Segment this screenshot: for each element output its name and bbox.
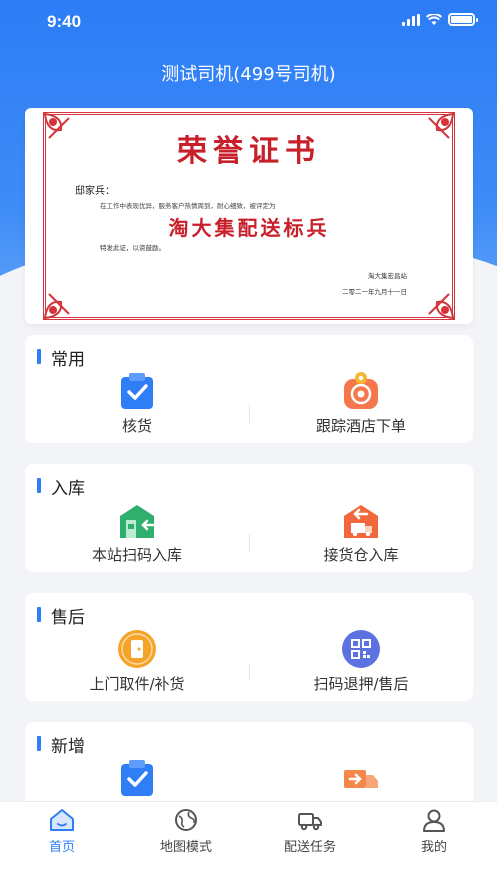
location-target-icon [344,372,378,409]
tile-check-goods[interactable]: 核货 [25,371,249,439]
tab-home[interactable]: 首页 [0,808,124,855]
tile-receiving-warehouse-inbound[interactable]: 接货仓入库 [249,500,473,568]
section-title: 售后 [37,603,85,628]
tab-label: 首页 [48,840,75,855]
tab-delivery-tasks[interactable]: 配送任务 [248,808,372,855]
wifi-icon [426,13,442,25]
certificate-date: 二零二一年九月十一日 [342,288,407,296]
tile-label: 上门取件/补货 [89,675,185,693]
section-after-sales: 售后 上门取件/补货 扫码退押/售后 [25,593,473,701]
tile-door-pickup-restock[interactable]: 上门取件/补货 [25,629,249,697]
delivery-truck-icon [344,770,378,788]
section-title: 入库 [37,474,85,499]
certificate-issuer: 淘大集宏昌站 [368,272,407,280]
certificate-closing: 特发此证，以资鼓励。 [100,244,165,252]
user-icon [423,809,445,832]
clipboard-check-icon [121,760,153,796]
tile-station-scan-inbound[interactable]: 本站扫码入库 [25,500,249,568]
tile-label: 接货仓入库 [323,546,399,564]
ornament-corner-icon [428,293,455,320]
warehouse-inbound-icon [120,505,155,538]
tile-label: 本站扫码入库 [91,546,182,564]
certificate-honor: 淘大集配送标兵 [168,216,330,240]
warehouse-truck-icon [344,505,378,538]
door-pickup-icon [118,630,156,668]
tile-label: 核货 [121,417,152,435]
tile-label: 扫码退押/售后 [313,675,409,693]
certificate-recipient: 邸家兵： [75,186,115,197]
certificate-title: 荣誉证书 [177,134,321,169]
section-common: 常用 核货 跟踪酒店下单 [25,335,473,443]
qr-code-icon [342,630,380,668]
status-icons [402,13,478,26]
tab-label: 地图模式 [159,840,212,855]
page-title: 测试司机(499号司机) [161,64,336,85]
tab-bar: 首页 地图模式 配送任务 我的 [0,801,497,883]
tile-track-hotel-order[interactable]: 跟踪酒店下单 [249,371,473,439]
tab-map-mode[interactable]: 地图模式 [124,808,248,855]
tab-mine[interactable]: 我的 [372,808,496,855]
tab-label: 配送任务 [283,840,336,855]
globe-icon [175,809,197,831]
section-title: 新增 [37,732,85,757]
battery-icon [448,13,478,26]
tile-label: 跟踪酒店下单 [315,417,406,435]
section-title: 常用 [37,345,85,370]
tab-label: 我的 [420,840,447,855]
status-bar: 9:40 [0,0,497,44]
signal-icon [402,13,420,26]
tile-scan-refund-after-sales[interactable]: 扫码退押/售后 [249,629,473,697]
section-inbound: 入库 本站扫码入库 接货仓入库 [25,464,473,572]
ornament-corner-icon [43,293,70,320]
certificate-banner[interactable]: 荣誉证书 邸家兵： 在工作中表现优异，服务客户热情周到，耐心细致，被评定为 淘大… [25,108,473,324]
home-icon [50,809,74,831]
clipboard-check-icon [121,373,153,409]
status-time: 9:40 [47,12,82,31]
certificate-body: 在工作中表现优异，服务客户热情周到，耐心细致，被评定为 [100,202,276,210]
truck-icon [298,813,322,831]
